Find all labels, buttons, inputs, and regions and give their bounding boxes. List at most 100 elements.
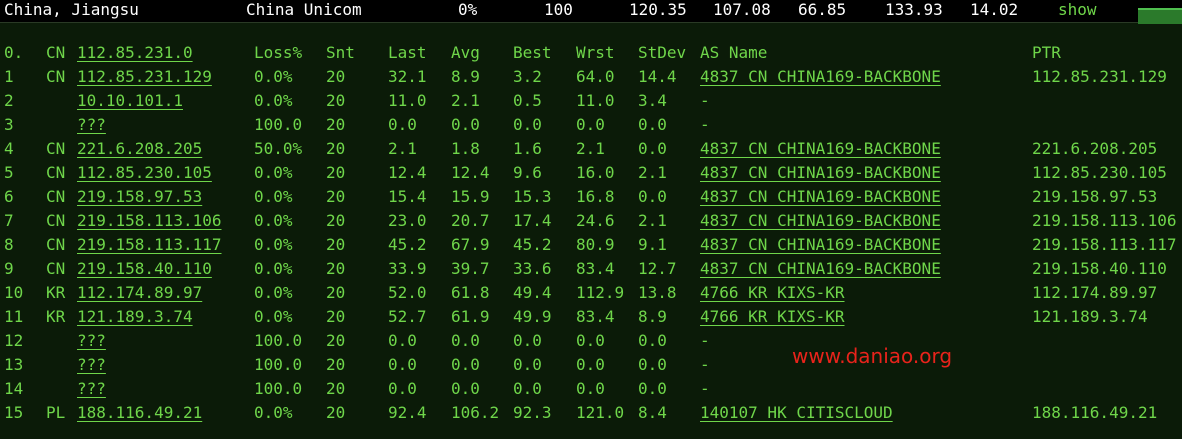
wrst-cell: 83.4 <box>576 307 615 326</box>
best-cell: 17.4 <box>513 211 552 230</box>
snt-cell: 20 <box>326 187 346 206</box>
wrst-cell: 11.0 <box>576 91 615 110</box>
host-link[interactable]: 10.10.101.1 <box>77 90 183 112</box>
as-name-link[interactable]: 4766 KR KIXS-KR <box>700 306 845 328</box>
host-link[interactable]: 219.158.97.53 <box>77 186 202 208</box>
avg-cell: 12.4 <box>451 163 490 182</box>
hop-row: 9 CN 219.158.40.110 0.0% 20 33.9 39.7 33.6 83.4 1… <box>0 258 1182 282</box>
last-cell: 52.7 <box>388 307 427 326</box>
hop-number: 4 <box>4 139 14 158</box>
wrst-cell: 16.8 <box>576 187 615 206</box>
wrst-cell: 80.9 <box>576 235 615 254</box>
avg-cell: 67.9 <box>451 235 490 254</box>
as-name-link[interactable]: 4837 CN CHINA169-BACKBONE <box>700 234 941 256</box>
ptr-cell: 219.158.113.106 <box>1032 211 1177 230</box>
header-best: Best <box>513 43 552 62</box>
hop-row: 4 CN 221.6.208.205 50.0% 20 2.1 1.8 1.6 2.1 0.0 48… <box>0 138 1182 162</box>
hop-number: 6 <box>4 187 14 206</box>
wrst-cell: 83.4 <box>576 259 615 278</box>
avg-cell: 0.0 <box>451 379 480 398</box>
snt-cell: 20 <box>326 163 346 182</box>
host-link[interactable]: ??? <box>77 330 106 352</box>
host-link[interactable]: 112.85.230.105 <box>77 162 212 184</box>
as-name-link[interactable]: 4837 CN CHINA169-BACKBONE <box>700 186 941 208</box>
isp-text: China Unicom <box>246 0 362 19</box>
host-link[interactable]: 219.158.40.110 <box>77 258 212 280</box>
avg-cell: 39.7 <box>451 259 490 278</box>
host-link[interactable]: 221.6.208.205 <box>77 138 202 160</box>
stdev-cell: 0.0 <box>638 331 667 350</box>
wrst-cell: 0.0 <box>576 115 605 134</box>
header-as-name: AS Name <box>700 43 768 62</box>
ptr-cell: 121.189.3.74 <box>1032 307 1148 326</box>
hop-row: 6 CN 219.158.97.53 0.0% 20 15.4 15.9 15.3 16.8 0.… <box>0 186 1182 210</box>
host-link[interactable]: ??? <box>77 378 106 400</box>
as-name-link[interactable]: 4837 CN CHINA169-BACKBONE <box>700 138 941 160</box>
avg-cell: 61.9 <box>451 307 490 326</box>
snt-cell: 20 <box>326 91 346 110</box>
ptr-cell: 219.158.113.117 <box>1032 235 1177 254</box>
hop-number: 12 <box>4 331 24 350</box>
summary-stdev: 14.02 <box>970 0 1019 19</box>
host-link[interactable]: 188.116.49.21 <box>77 402 202 424</box>
best-cell: 1.6 <box>513 139 542 158</box>
stdev-cell: 0.0 <box>638 379 667 398</box>
snt-cell: 20 <box>326 355 346 374</box>
stdev-cell: 3.4 <box>638 91 667 110</box>
header-avg: Avg <box>451 43 480 62</box>
ptr-cell: 221.6.208.205 <box>1032 139 1158 158</box>
loss-cell: 0.0% <box>254 235 293 254</box>
ptr-cell: 112.174.89.97 <box>1032 283 1158 302</box>
host-link[interactable]: 219.158.113.106 <box>77 210 222 232</box>
host-link[interactable]: 121.189.3.74 <box>77 306 193 328</box>
as-name-link: - <box>700 355 710 374</box>
ptr-cell: 188.116.49.21 <box>1032 403 1158 422</box>
wrst-cell: 121.0 <box>576 403 625 422</box>
ptr-cell: 112.85.230.105 <box>1032 163 1167 182</box>
host-link[interactable]: 219.158.113.117 <box>77 234 222 256</box>
best-cell: 45.2 <box>513 235 552 254</box>
hop-row: 10 KR 112.174.89.97 0.0% 20 52.0 61.8 49.4 112.9… <box>0 282 1182 306</box>
header-row: 0. CN 112.85.231.0 Loss% Snt Last Avg Be… <box>0 42 1182 66</box>
best-cell: 0.0 <box>513 379 542 398</box>
avg-cell: 15.9 <box>451 187 490 206</box>
hop-row: 3??? 100.0 20 0.0 0.0 0.0 0.0 0.0 - <box>0 114 1182 138</box>
hop-number: 13 <box>4 355 24 374</box>
wrst-cell: 64.0 <box>576 67 615 86</box>
host-link[interactable]: ??? <box>77 354 106 376</box>
snt-cell: 20 <box>326 115 346 134</box>
hop-number: 15 <box>4 403 24 422</box>
hop-row: 14??? 100.0 20 0.0 0.0 0.0 0.0 0.0 - <box>0 378 1182 402</box>
hop-number: 11 <box>4 307 24 326</box>
last-cell: 33.9 <box>388 259 427 278</box>
best-cell: 0.0 <box>513 355 542 374</box>
summary-sent: 100 <box>544 0 573 19</box>
wrst-cell: 0.0 <box>576 355 605 374</box>
header-country: CN <box>46 43 66 62</box>
as-name-link[interactable]: 140107 HK CITISCLOUD <box>700 402 893 424</box>
as-name-link[interactable]: 4837 CN CHINA169-BACKBONE <box>700 258 941 280</box>
host-link[interactable]: ??? <box>77 114 106 136</box>
as-name-link[interactable]: 4837 CN CHINA169-BACKBONE <box>700 210 941 232</box>
host-link[interactable]: 112.174.89.97 <box>77 282 202 304</box>
as-name-link[interactable]: 4837 CN CHINA169-BACKBONE <box>700 162 941 184</box>
country-code: CN <box>46 163 66 182</box>
hop-number: 10 <box>4 283 24 302</box>
best-cell: 3.2 <box>513 67 542 86</box>
country-code: CN <box>46 235 66 254</box>
stdev-cell: 2.1 <box>638 211 667 230</box>
hop-number: 2 <box>4 91 14 110</box>
wrst-cell: 0.0 <box>576 379 605 398</box>
as-name-link[interactable]: 4837 CN CHINA169-BACKBONE <box>700 66 941 88</box>
ptr-cell: 112.85.231.129 <box>1032 67 1167 86</box>
show-link[interactable]: show <box>1058 0 1097 20</box>
header-hop: 0. <box>4 43 24 62</box>
avg-cell: 61.8 <box>451 283 490 302</box>
best-cell: 0.5 <box>513 91 542 110</box>
hop-row: 2 10.10.101.1 0.0% 20 11.0 2.1 0.5 11.0 3.4 - <box>0 90 1182 114</box>
host-link[interactable]: 112.85.231.129 <box>77 66 212 88</box>
as-name-link[interactable]: 4766 KR KIXS-KR <box>700 282 845 304</box>
last-cell: 45.2 <box>388 235 427 254</box>
header-host[interactable]: 112.85.231.0 <box>77 42 193 64</box>
stdev-cell: 0.0 <box>638 139 667 158</box>
